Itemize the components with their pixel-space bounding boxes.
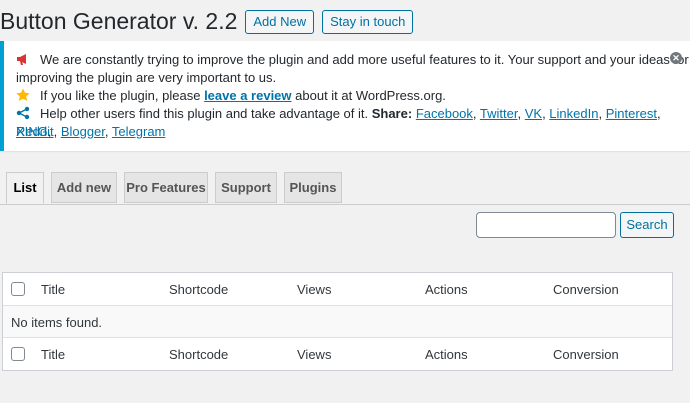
tab-pro-features[interactable]: Pro Features [124,172,208,203]
share-telegram-link[interactable]: Telegram [112,124,165,139]
select-all-checkbox-footer[interactable] [11,347,25,361]
tab-bar: List Add new Pro Features Support Plugin… [0,172,690,205]
table-header-row: Title Shortcode Views Actions Conversion [3,273,672,306]
column-conversion-footer: Conversion [553,347,619,362]
stay-in-touch-button[interactable]: Stay in touch [322,9,414,34]
notice-line-4: Reddit, Blogger, Telegram [16,124,166,139]
megaphone-icon [16,52,30,66]
search-input[interactable] [476,212,616,238]
column-title-footer[interactable]: Title [41,347,65,362]
review-text-prefix: If you like the plugin, please [40,88,205,103]
empty-message: No items found. [11,315,103,330]
table-footer-row: Title Shortcode Views Actions Conversion [3,338,672,370]
column-views: Views [297,282,332,297]
tab-add-new[interactable]: Add new [51,172,117,203]
tab-plugins[interactable]: Plugins [284,172,342,203]
share-icon [16,106,30,120]
share-reddit-link[interactable]: Reddit [16,124,54,139]
items-table: Title Shortcode Views Actions Conversion… [2,272,673,371]
star-icon [16,88,30,102]
empty-row: No items found. [3,306,672,338]
share-text: Help other users find this plugin and ta… [40,106,372,121]
notice-line-1: We are constantly trying to improve the … [16,51,689,69]
info-notice: We are constantly trying to improve the … [0,41,690,151]
close-icon[interactable]: ✕ [670,52,682,64]
column-conversion: Conversion [553,282,619,297]
leave-review-link[interactable]: leave a review [204,88,291,103]
column-shortcode-footer: Shortcode [169,347,229,362]
share-linkedin-link[interactable]: LinkedIn [549,106,598,121]
tab-list[interactable]: List [6,172,44,204]
column-actions: Actions [425,282,468,297]
notice-line-2: If you like the plugin, please leave a r… [16,87,446,105]
column-views-footer: Views [297,347,332,362]
notice-text-1b: improving the plugin are very important … [16,70,277,85]
page-header: Button Generator v. 2.2 Add New Stay in … [0,8,414,35]
share-twitter-link[interactable]: Twitter [480,106,518,121]
column-title[interactable]: Title [41,282,65,297]
add-new-button[interactable]: Add New [245,9,315,34]
column-actions-footer: Actions [425,347,468,362]
share-blogger-link[interactable]: Blogger [61,124,105,139]
share-facebook-link[interactable]: Facebook [416,106,473,121]
share-pinterest-link[interactable]: Pinterest [606,106,657,121]
search-button[interactable]: Search [620,212,674,238]
select-all-checkbox[interactable] [11,282,25,296]
review-text-suffix: about it at WordPress.org. [291,88,446,103]
notice-text-1: We are constantly trying to improve the … [40,52,689,67]
page-title: Button Generator v. 2.2 [0,8,238,34]
notice-line-1b: improving the plugin are very important … [16,69,276,87]
share-vk-link[interactable]: VK [525,106,542,121]
column-shortcode: Shortcode [169,282,229,297]
share-label: Share: [371,106,413,121]
tab-support[interactable]: Support [215,172,277,203]
